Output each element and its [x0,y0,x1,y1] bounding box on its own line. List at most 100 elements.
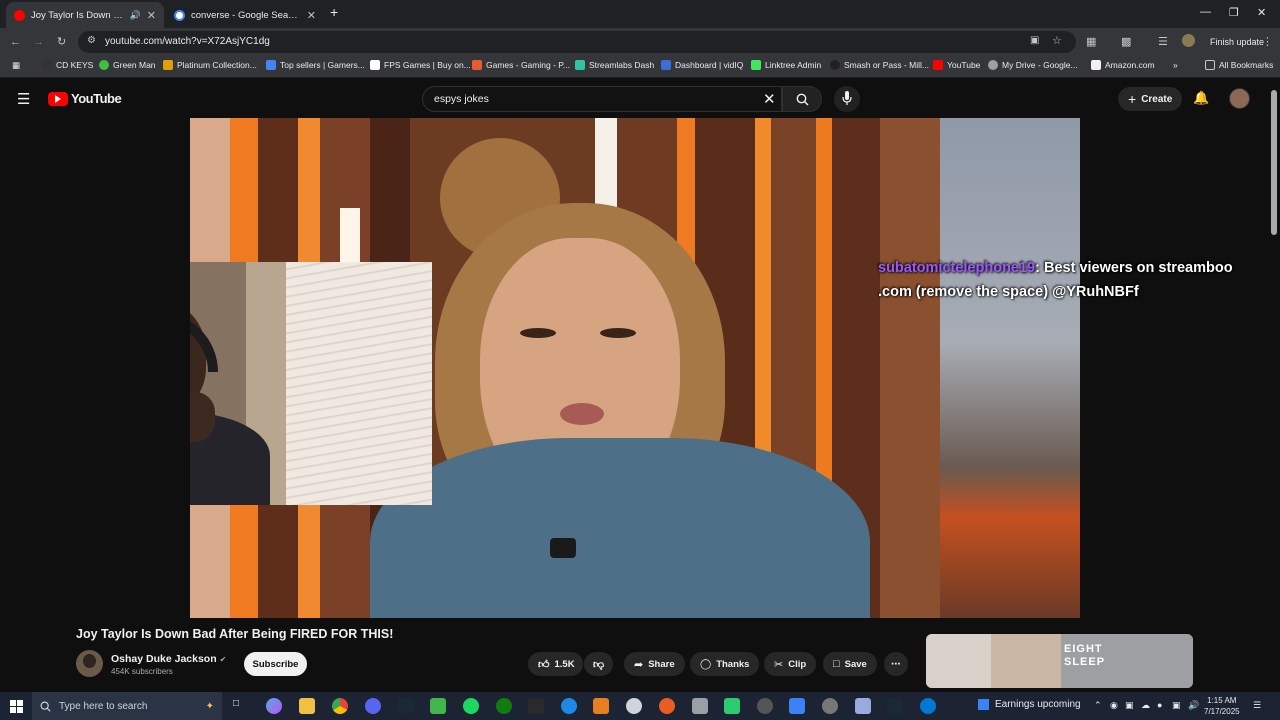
start-button[interactable] [0,692,32,720]
tab-google-search[interactable]: converse - Google Search ✕ [166,2,324,28]
install-app-icon[interactable]: ▣ [1030,35,1039,46]
network-icon[interactable]: ▣ [1172,700,1181,711]
save-button[interactable]: □ Save [823,652,877,676]
chrome-icon[interactable] [332,698,348,714]
search-button[interactable] [782,86,822,112]
close-tab-icon[interactable]: ✕ [307,9,316,22]
close-tab-icon[interactable]: ✕ [147,9,156,22]
youtube-logo[interactable]: YouTube [48,91,122,106]
voice-search-button[interactable] [834,86,860,112]
minimize-icon[interactable]: — [1200,6,1211,18]
share-button[interactable]: ➦ Share [624,652,685,676]
notifications-bell-icon[interactable]: 🔔 [1193,90,1209,106]
obs-icon[interactable] [626,698,642,714]
backdrop-panel [880,118,940,618]
site-info-icon[interactable]: ⚙ [87,35,96,46]
bookmark-gamers[interactable]: Top sellers | Gamers... [266,60,365,70]
verified-check-icon: ✔ [219,655,227,664]
close-window-icon[interactable]: ✕ [1257,6,1266,19]
bookmark-linktree[interactable]: Linktree Admin [751,60,821,70]
video-player[interactable] [190,118,1080,618]
page-scrollbar[interactable] [1271,90,1277,235]
earnings-widget[interactable]: Earnings upcoming [978,699,1081,710]
subscribe-button[interactable]: Subscribe [244,652,307,676]
edge-icon[interactable] [920,698,936,714]
clip-button[interactable]: ✂ Clip [764,652,817,676]
address-bar[interactable]: ⚙ youtube.com/watch?v=X72AsjYC1dg ▣ ☆ [78,31,1076,53]
bookmark-smash-or-pass[interactable]: Smash or Pass - Mill... [830,60,929,70]
tray-display-icon[interactable]: ▣ [1125,700,1134,711]
search-input[interactable]: espys jokes [434,93,489,105]
cast-icon[interactable]: ▩ [1121,35,1131,49]
all-bookmarks-folder[interactable]: All Bookmarks [1205,60,1273,70]
steam-secondary-icon[interactable] [887,698,903,714]
channel-avatar[interactable] [76,650,103,677]
app-dark-icon[interactable] [757,698,773,714]
app-teal-icon[interactable] [724,698,740,714]
task-view-icon[interactable]: □ [233,698,249,714]
app-circle-icon[interactable] [822,698,838,714]
bookmark-fps-games[interactable]: FPS Games | Buy on... [370,60,471,70]
reading-list-icon[interactable]: ☰ [1158,35,1168,49]
app-orange-icon[interactable] [593,698,609,714]
cdkeys-icon [42,60,52,70]
app-monitor-icon[interactable] [789,698,805,714]
tray-cloud-icon[interactable]: ☁ [1141,700,1150,711]
app-green-icon[interactable] [430,698,446,714]
sponsored-ad-card[interactable]: EIGHT SLEEP [926,634,1193,688]
thanks-button[interactable]: ◯ Thanks [690,652,760,676]
audio-playing-icon[interactable]: 🔊 [130,10,141,21]
search-box[interactable]: espys jokes ✕ [422,86,782,112]
bookmark-greenman[interactable]: Green Man [99,60,156,70]
bookmark-star-icon[interactable]: ☆ [1052,34,1062,47]
forward-icon[interactable]: → [33,35,44,49]
create-button[interactable]: + Create [1118,87,1183,111]
discord-icon[interactable] [365,698,381,714]
apps-grid-icon[interactable]: ▦ [12,60,20,71]
reload-icon[interactable]: ↻ [57,35,66,49]
more-actions-button[interactable]: ⋯ [884,652,908,676]
copilot-icon[interactable] [266,698,282,714]
bookmark-amazon[interactable]: Amazon.com [1091,60,1155,70]
app-gray-icon[interactable] [692,698,708,714]
bookmark-youtube[interactable]: YouTube [933,60,980,70]
taskbar-search[interactable]: Type here to search ✦ [32,692,222,720]
tray-mic-icon[interactable]: ● [1157,700,1162,710]
restore-icon[interactable]: ❐ [1229,6,1239,19]
back-icon[interactable]: ← [10,35,21,49]
epic-games-icon[interactable] [528,698,544,714]
bookmark-vidiq[interactable]: Dashboard | vidIQ [661,60,743,70]
show-hidden-icons-chevron-icon[interactable]: ⌃ [1094,700,1102,711]
new-tab-icon[interactable]: + [330,4,338,20]
more-bookmarks-icon[interactable]: » [1173,60,1178,70]
bookmark-games-gaming[interactable]: Games - Gaming - P... [472,60,570,70]
app-blue-icon[interactable] [561,698,577,714]
tray-app-icon[interactable]: ◉ [1110,700,1118,711]
app-red-icon[interactable] [659,698,675,714]
extensions-icon[interactable]: ▦ [1086,35,1096,49]
file-explorer-icon[interactable] [299,698,315,714]
thanks-dollar-icon: ◯ [700,658,712,670]
bookmark-platinum[interactable]: Platinum Collection... [163,60,257,70]
app-light-icon[interactable] [855,698,871,714]
bookmark-cdkeys[interactable]: CD KEYS [42,60,93,70]
tab-youtube-video[interactable]: Joy Taylor Is Down Bad Afte 🔊 ✕ [6,2,164,28]
like-button[interactable]: 👍︎ 1.5K [528,652,583,676]
bookmark-my-drive[interactable]: My Drive - Google... [988,60,1078,70]
hamburger-menu-icon[interactable]: ☰ [17,90,30,108]
bookmark-streamlabs[interactable]: Streamlabs Dash [575,60,654,70]
video-title: Joy Taylor Is Down Bad After Being FIRED… [76,627,394,641]
taskbar-clock[interactable]: 1:15 AM 7/17/2025 [1204,695,1240,717]
notification-center-icon[interactable]: ☰ [1253,700,1261,711]
steam-icon[interactable] [397,698,413,714]
volume-icon[interactable]: 🔊 [1188,700,1199,711]
menu-kebab-icon[interactable]: ⋮ [1262,35,1273,49]
profile-avatar[interactable] [1182,34,1195,47]
dislike-button[interactable]: 👎︎ [584,652,614,676]
spotify-icon[interactable] [463,698,479,714]
url-text[interactable]: youtube.com/watch?v=X72AsjYC1dg [105,36,270,47]
account-avatar[interactable] [1229,88,1250,109]
channel-name[interactable]: Oshay Duke Jackson ✔ [111,653,226,665]
clear-search-icon[interactable]: ✕ [763,90,776,108]
xbox-icon[interactable] [496,698,512,714]
